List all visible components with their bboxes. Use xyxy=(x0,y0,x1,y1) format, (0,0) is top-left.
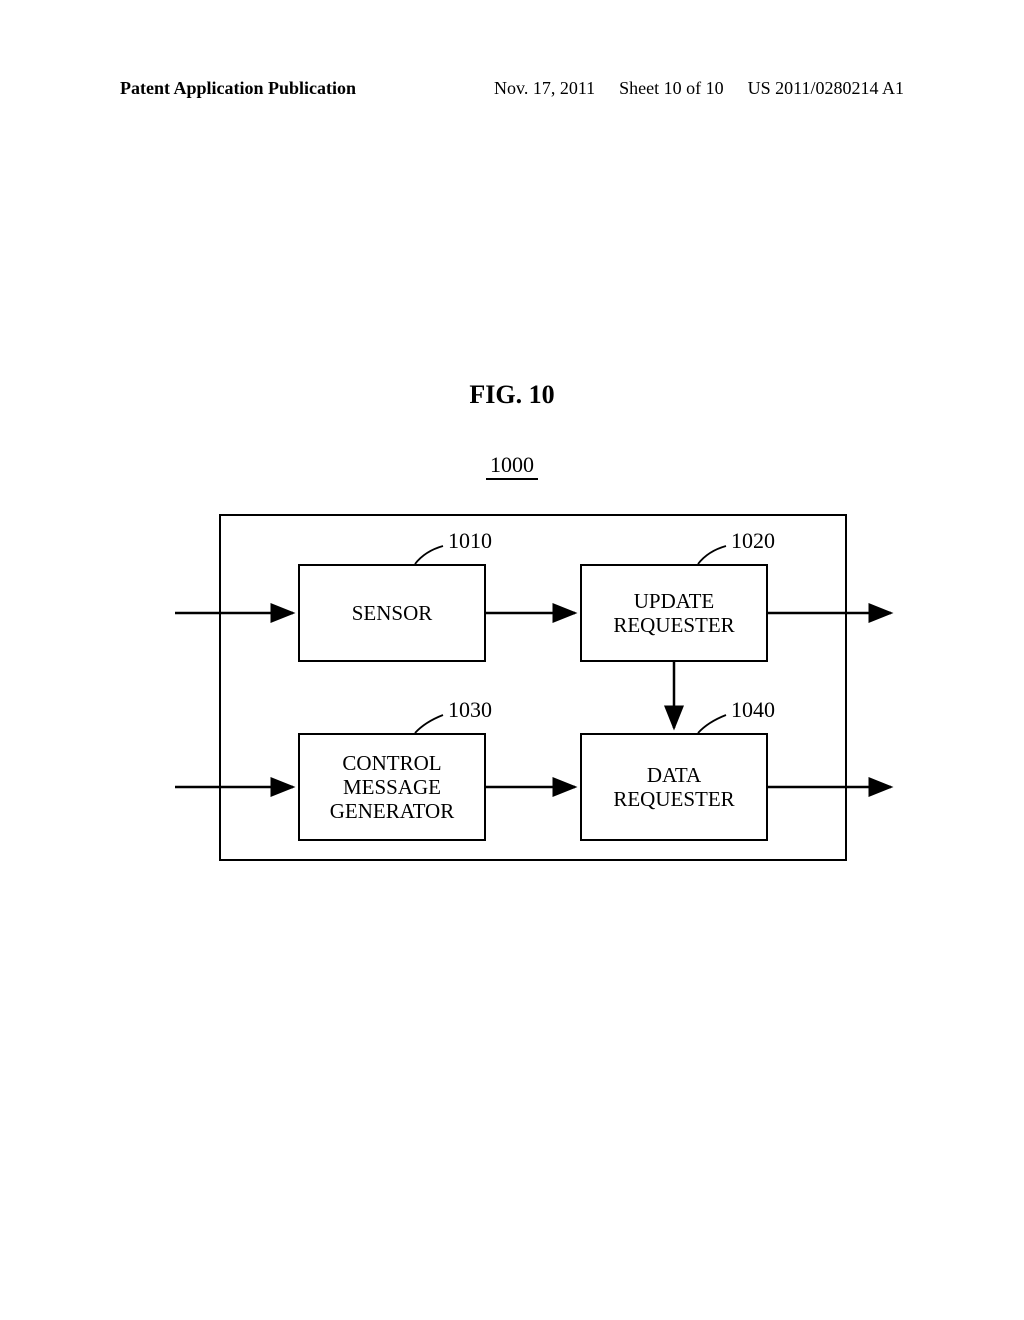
block-diagram: SENSOR UPDATE REQUESTER CONTROL MESSAGE … xyxy=(175,496,845,861)
header-left: Patent Application Publication xyxy=(120,78,356,99)
figure-title: FIG. 10 xyxy=(469,380,554,410)
leader-1030 xyxy=(415,715,443,733)
leader-1040 xyxy=(698,715,726,733)
header-sheet: Sheet 10 of 10 xyxy=(619,78,723,99)
header-pubno: US 2011/0280214 A1 xyxy=(748,78,904,99)
arrows-svg xyxy=(175,496,895,896)
ref-main: 1000 xyxy=(486,452,538,480)
leader-1010 xyxy=(415,546,443,564)
header-date: Nov. 17, 2011 xyxy=(494,78,595,99)
page-header: Patent Application Publication Nov. 17, … xyxy=(0,78,1024,99)
header-right: Nov. 17, 2011 Sheet 10 of 10 US 2011/028… xyxy=(494,78,904,99)
leader-1020 xyxy=(698,546,726,564)
